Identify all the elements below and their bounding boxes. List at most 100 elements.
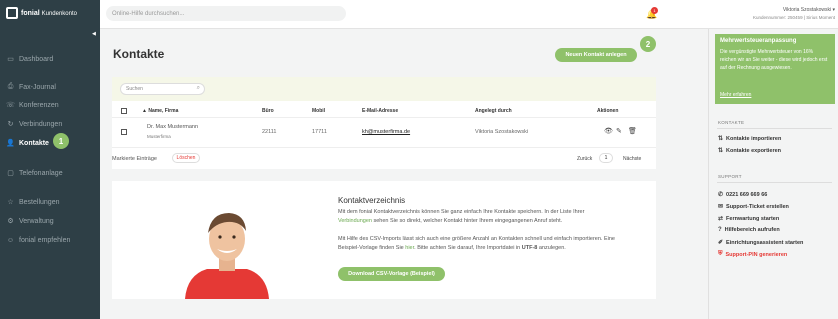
column-header-actions: Aktionen [597,108,619,114]
sidebar-item-bestellungen[interactable]: ☆ Bestellungen [0,195,100,209]
topbar: Online-Hilfe durchsuchen... 🔔 1 Viktoria… [100,0,838,29]
contact-office: 22111 [262,129,277,135]
remote-support-link[interactable]: ⇄ Fernwartung starten [718,215,779,223]
sidebar: fonial Kundenkonto ◀ ▭ Dashboard ⎙ Fax-J… [0,0,100,319]
edit-icon[interactable]: ✎ [616,127,622,135]
brand-product: Kundenkonto [41,10,77,17]
pin-icon: ⛨ [718,251,723,257]
fax-icon: ⎙ [7,83,14,90]
conference-icon: ☏ [6,102,15,109]
table-search-placeholder: Suchen [126,86,143,92]
main-content: Kontakte Neuen Kontakt anlegen 2 Suchen … [100,29,708,319]
select-all-checkbox[interactable] [121,108,127,114]
contact-email-link[interactable]: kh@musterfirma.de [362,129,410,135]
divider [717,182,832,183]
contacts-section-heading: KONTAKTE [718,120,745,125]
info-paragraph-1: Mit dem fonial Kontaktverzeichnis können… [338,209,585,224]
ticket-icon: ✉ [718,204,724,210]
step-badge-1: 1 [53,133,69,149]
table-footer: Markierte Einträge Löschen Zurück 1 Näch… [112,152,656,166]
marked-entries-label: Markierte Einträge [112,156,157,162]
trash-icon[interactable]: 🗑 [628,127,637,135]
column-label: Name, Firma [148,108,179,114]
sidebar-item-fonial-empfehlen[interactable]: ☺ fonial empfehlen [0,233,100,247]
sidebar-item-label: Verbindungen [19,120,63,128]
logo[interactable]: fonial Kundenkonto [6,6,77,20]
delete-button[interactable]: Löschen [172,153,200,163]
sidebar-item-dashboard[interactable]: ▭ Dashboard [0,52,100,66]
help-search-input[interactable]: Online-Hilfe durchsuchen... [106,6,346,21]
dashboard-icon: ▭ [7,56,14,63]
import-contacts-link[interactable]: ⇅ Kontakte importieren [718,135,781,143]
row-checkbox[interactable] [121,129,127,135]
sidebar-item-label: Kontakte [19,139,49,147]
orders-icon: ☆ [7,199,14,206]
contact-name: Dr. Max Mustermann [147,124,199,130]
wizard-icon: ✐ [718,240,724,246]
support-pin-link[interactable]: ⛨ Support-PIN generieren [718,251,787,258]
sidebar-item-verbindungen[interactable]: ↻ Verbindungen [0,117,100,131]
info-paragraph-2: Mit Hilfe des CSV-Imports lässt sich auc… [338,236,615,251]
divider [717,128,832,129]
download-csv-button[interactable]: Download CSV-Vorlage (Beispiel) [338,267,445,281]
support-phone[interactable]: ✆ 0221 669 669 66 [718,191,767,199]
sidebar-item-kontakte[interactable]: 👤 Kontakte [0,136,100,150]
column-header-mobile: Mobil [312,108,326,114]
table-row[interactable]: Dr. Max Mustermann Musterfirma 22111 177… [112,118,656,148]
contact-mobile: 17711 [312,129,327,135]
contact-directory-info: Kontaktverzeichnis Mit dem fonial Kontak… [112,181,656,299]
column-header-email: E-Mail-Adresse [362,108,399,114]
admin-icon: ⚙ [7,218,14,225]
promo-text: Die vergünstigte Mehrwertsteuer von 16% … [720,49,828,71]
view-icon[interactable]: 👁 [604,127,613,135]
help-area-link[interactable]: ? Hilfebereich aufrufen [718,227,780,233]
sidebar-item-verwaltung[interactable]: ⚙ Verwaltung [0,214,100,228]
right-rail: Mehrwertsteueranpassung Die vergünstigte… [708,29,838,319]
sidebar-item-fax-journal[interactable]: ⎙ Fax-Journal [0,80,100,94]
sidebar-item-telefonanlage[interactable]: ▢ Telefonanlage [0,166,100,180]
search-icon: ⌕ [196,85,200,91]
help-icon: ? [718,227,722,233]
logo-icon [6,7,18,19]
brand-name: fonial [21,9,40,17]
notification-count-badge: 1 [651,7,658,14]
sidebar-item-label: Telefonanlage [19,169,63,177]
pagination-page[interactable]: 1 [599,153,613,163]
sidebar-item-label: Bestellungen [19,198,60,206]
contacts-icon: 👤 [6,140,15,147]
promo-more-link[interactable]: Mehr erfahren [720,92,751,98]
pagination-next[interactable]: Nächste [623,156,641,162]
promo-title: Mehrwertsteueranpassung [720,38,797,44]
page-title: Kontakte [113,47,165,61]
collapse-sidebar-icon[interactable]: ◀ [92,31,96,37]
sidebar-item-label: Verwaltung [19,217,54,225]
user-menu[interactable]: Viktoria Szostakowski ▾ [740,7,835,13]
recommend-icon: ☺ [6,236,15,244]
person-illustration [177,197,277,299]
table-search-input[interactable]: Suchen ⌕ [120,83,205,95]
contact-created-by: Viktoria Szostakowski [475,129,529,135]
column-header-created-by: Angelegt durch [475,108,512,114]
sidebar-item-konferenzen[interactable]: ☏ Konferenzen [0,98,100,112]
sidebar-item-label: fonial empfehlen [19,236,71,244]
export-contacts-link[interactable]: ⇅ Kontakte exportieren [718,147,781,155]
connections-icon: ↻ [7,121,14,128]
chevron-down-icon: ▾ [832,7,835,13]
new-contact-button[interactable]: Neuen Kontakt anlegen [555,48,637,62]
connections-link[interactable]: Verbindungen [338,218,372,224]
customer-number: Kundennummer: 250459 | Sirius Moment [753,15,835,20]
info-title: Kontaktverzeichnis [338,196,406,205]
column-header-office: Büro [262,108,274,114]
table-filter-bar: Suchen ⌕ [112,77,656,101]
contact-company: Musterfirma [147,134,171,139]
support-ticket-link[interactable]: ✉ Support-Ticket erstellen [718,203,789,211]
column-header-name[interactable]: ▲ Name, Firma [142,108,178,114]
export-icon: ⇅ [718,148,724,154]
phone-system-icon: ▢ [7,170,14,177]
sidebar-item-label: Konferenzen [19,101,59,109]
support-section-heading: SUPPORT [718,174,742,179]
pagination-back[interactable]: Zurück [577,156,592,162]
setup-wizard-link[interactable]: ✐ Einrichtungsassistent starten [718,239,803,247]
table-header: ▲ Name, Firma Büro Mobil E-Mail-Adresse … [112,104,656,118]
template-link[interactable]: hier [405,245,414,251]
